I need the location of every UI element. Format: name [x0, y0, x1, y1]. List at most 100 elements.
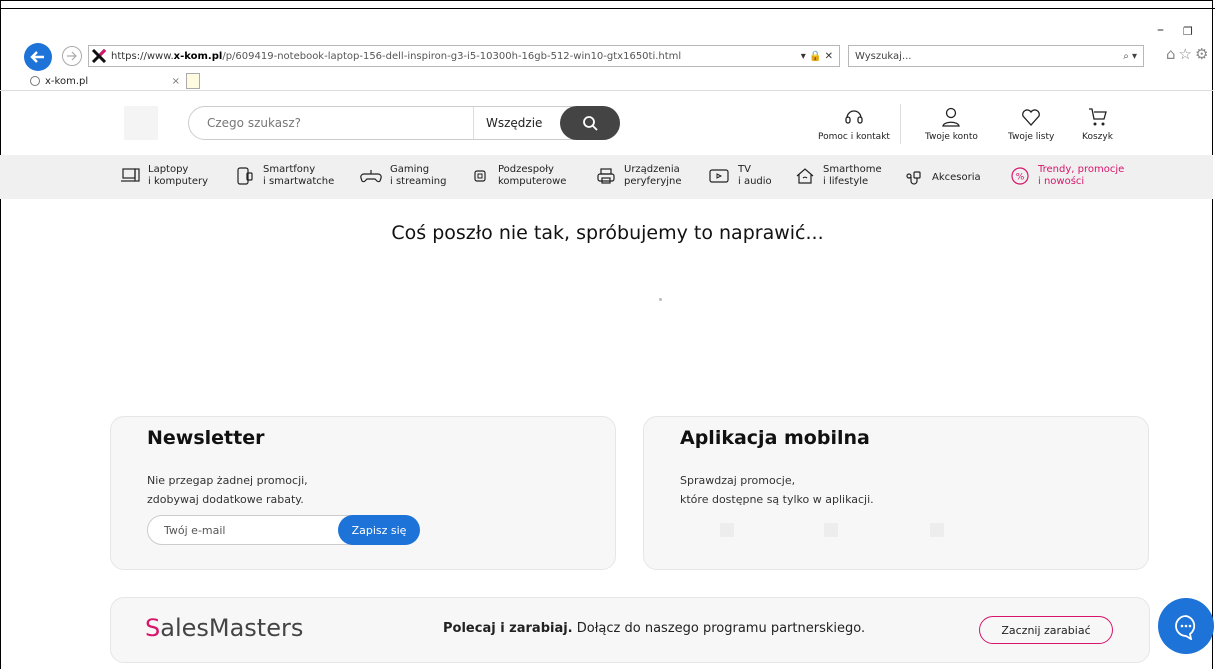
nav-line1: Smarthome	[823, 164, 882, 175]
site-logo[interactable]	[124, 106, 158, 140]
mobile-app-desc-line1: Sprawdzaj promocje,	[680, 474, 796, 487]
nav-line2: i smartwatche	[263, 176, 335, 187]
nav-line2: i komputery	[148, 176, 209, 187]
restore-icon[interactable]: ❐	[1183, 25, 1193, 38]
nav-item-trends[interactable]: % Trendy, promocje i nowości	[1010, 164, 1124, 188]
nav-line1: Gaming	[390, 164, 430, 175]
newsletter-title: Newsletter	[147, 427, 265, 449]
nav-item-laptops[interactable]: Laptopy i komputery	[120, 164, 208, 188]
subscribe-button[interactable]: Zapisz się	[338, 515, 420, 545]
nav-item-peripherals[interactable]: Urządzenia peryferyjne	[596, 164, 682, 188]
loading-indicator	[659, 298, 662, 301]
tab-close-icon[interactable]: ×	[172, 76, 180, 87]
site-search-input[interactable]: Czego szukasz?	[207, 116, 301, 130]
mobile-app-description: Sprawdzaj promocje, które dostępne są ty…	[680, 471, 940, 509]
newsletter-card: Newsletter Nie przegap żadnej promocji, …	[110, 416, 616, 570]
cart-icon	[1089, 108, 1108, 126]
app-store-badge[interactable]	[720, 523, 734, 537]
category-nav: Laptopy i komputery Smartfony i smartwatch…	[0, 155, 1213, 199]
account-label: Twoje konto	[925, 132, 978, 142]
nav-item-smartphones[interactable]: Smartfony i smartwatche	[235, 164, 334, 188]
new-tab-icon[interactable]	[186, 73, 200, 89]
minimize-icon[interactable]: –	[1157, 22, 1164, 38]
help-contact-link[interactable]: Pomoc i kontakt	[818, 106, 890, 142]
salesmasters-logo[interactable]: SalesMasters	[145, 614, 303, 642]
back-button[interactable]	[24, 43, 52, 71]
site-search-bar[interactable]: Czego szukasz? Wszędzie	[188, 106, 620, 140]
url-host: x-kom.pl	[173, 50, 223, 62]
search-scope-select[interactable]: Wszędzie	[473, 107, 542, 139]
account-link[interactable]: Twoje konto	[925, 106, 978, 142]
search-dropdown-icon[interactable]: ⌕ ▾	[1123, 51, 1137, 62]
headset-icon	[845, 110, 863, 124]
search-icon	[583, 116, 598, 131]
browser-search-placeholder: Wyszukaj...	[855, 50, 912, 62]
chip-icon	[474, 170, 486, 182]
nav-line1: TV	[738, 164, 751, 175]
mobile-app-title: Aplikacja mobilna	[680, 427, 870, 449]
heart-icon	[1022, 109, 1041, 126]
error-message: Coś poszło nie tak, spróbujemy to napraw…	[391, 222, 824, 244]
lists-label: Twoje listy	[1008, 132, 1055, 142]
nav-item-gaming[interactable]: Gaming i streaming	[360, 164, 446, 188]
arrow-left-icon	[30, 51, 44, 63]
start-earning-button[interactable]: Zacznij zarabiać	[979, 616, 1113, 644]
nav-line1: Smartfony	[263, 164, 316, 175]
nav-line2: peryferyjne	[624, 176, 682, 187]
nav-line2: i streaming	[390, 176, 447, 187]
search-button[interactable]	[560, 106, 620, 140]
svg-text:%: %	[1016, 173, 1025, 183]
printer-icon	[597, 168, 615, 184]
url-path: /p/609419-notebook-laptop-156-dell-inspi…	[222, 50, 682, 62]
browser-tab[interactable]: x-kom.pl ×	[30, 73, 200, 89]
x-kom-favicon-icon	[91, 49, 107, 63]
nav-line2: komputerowe	[498, 176, 567, 187]
app-gallery-badge[interactable]	[930, 523, 944, 537]
user-icon	[942, 107, 961, 127]
mobile-app-card: Aplikacja mobilna Sprawdzaj promocje, kt…	[643, 416, 1149, 570]
address-bar[interactable]: https://www. x-kom.pl/p/609419-notebook-l…	[88, 45, 840, 67]
nav-item-accessories[interactable]: Akcesoria	[904, 170, 981, 186]
percent-icon: %	[1011, 167, 1029, 185]
smartphone-icon	[237, 167, 253, 185]
url-scheme: https://www.	[111, 50, 174, 62]
nav-line1: Trendy, promocje	[1038, 164, 1125, 175]
nav-line1: Podzespoły	[498, 164, 554, 175]
tab-divider	[0, 90, 1213, 91]
header-separator	[900, 104, 901, 144]
smarthome-icon	[796, 168, 814, 184]
forward-button[interactable]	[62, 46, 82, 66]
chat-bubble-icon	[1175, 615, 1196, 640]
tab-title: x-kom.pl	[45, 75, 89, 87]
cart-link[interactable]: Koszyk	[1082, 106, 1113, 142]
nav-item-tv-audio[interactable]: TV i audio	[708, 164, 772, 188]
laptop-icon	[121, 168, 140, 182]
mobile-app-desc-line2: które dostępne są tylko w aplikacji.	[680, 493, 874, 506]
salesmasters-banner: SalesMasters Polecaj i zarabiaj. Dołącz …	[110, 597, 1150, 663]
window-top-strip	[0, 0, 1215, 9]
newsletter-desc-line1: Nie przegap żadnej promocji,	[147, 474, 308, 487]
cart-label: Koszyk	[1082, 132, 1113, 142]
salesmasters-bold-text: Polecaj i zarabiaj.	[443, 621, 573, 636]
loading-icon	[30, 76, 40, 86]
help-label: Pomoc i kontakt	[818, 132, 890, 142]
nav-item-components[interactable]: Podzespoły komputerowe	[470, 164, 566, 188]
email-placeholder: Twój e-mail	[164, 524, 226, 537]
nav-line2: i nowości	[1038, 176, 1085, 187]
salesmasters-logo-text: alesMasters	[160, 614, 304, 642]
browser-search-input[interactable]: Wyszukaj... ⌕ ▾	[848, 45, 1144, 67]
arrow-right-icon	[67, 51, 77, 61]
nav-item-smarthome[interactable]: Smarthome i lifestyle	[795, 164, 882, 188]
google-play-badge[interactable]	[824, 523, 838, 537]
salesmasters-logo-s: S	[145, 614, 161, 642]
chat-button[interactable]	[1158, 598, 1214, 654]
gamepad-icon	[360, 170, 382, 183]
cable-icon	[906, 171, 921, 185]
newsletter-desc-line2: zdobywaj dodatkowe rabaty.	[147, 493, 304, 506]
lists-link[interactable]: Twoje listy	[1008, 106, 1054, 142]
tv-icon	[709, 169, 729, 183]
address-controls[interactable]: ▾ 🔒 ✕	[801, 51, 833, 62]
nav-line2: i audio	[738, 176, 772, 187]
home-star-gear-icons[interactable]: ⌂☆⚙	[1166, 45, 1211, 63]
salesmasters-text: Polecaj i zarabiaj. Dołącz do naszego pr…	[443, 621, 865, 636]
